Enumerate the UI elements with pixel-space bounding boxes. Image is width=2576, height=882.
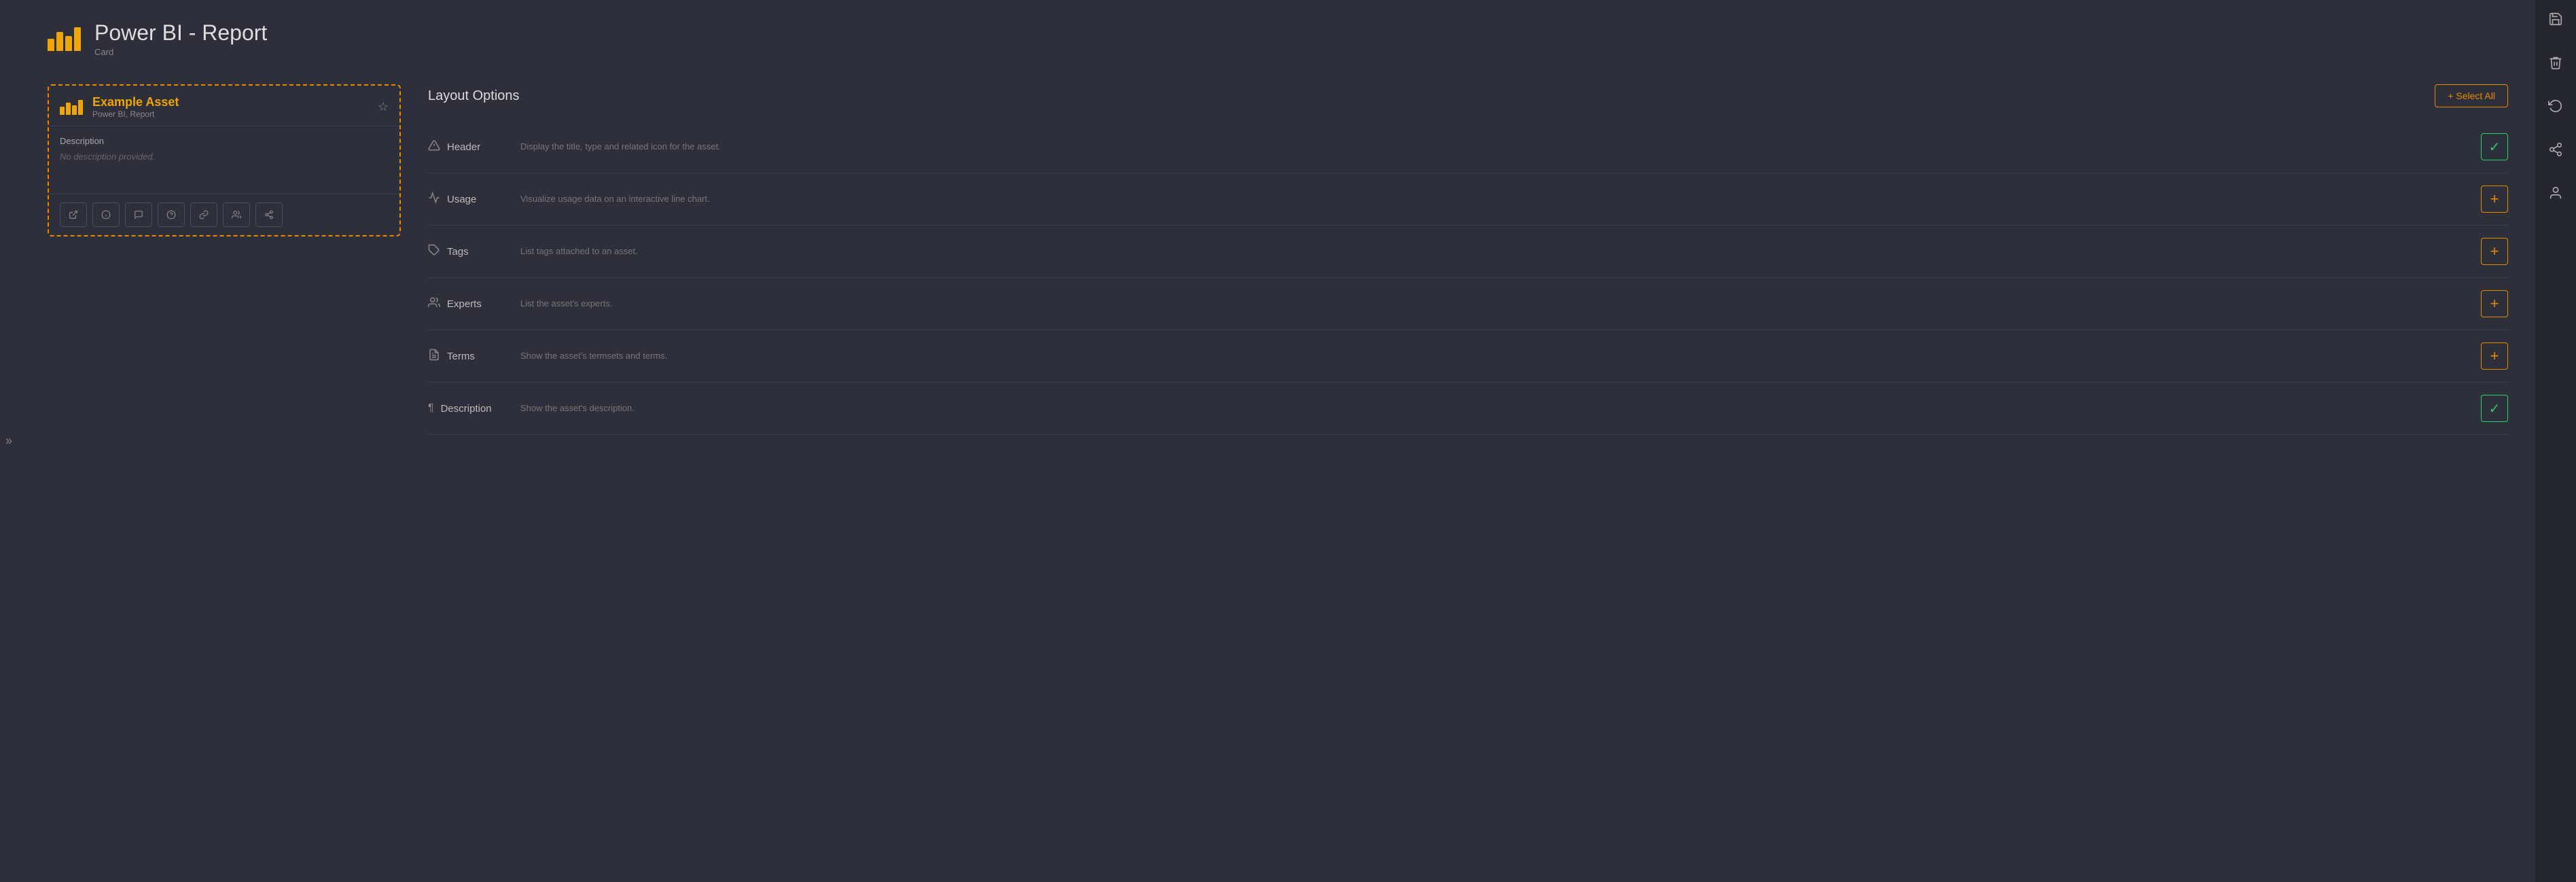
- layout-panel: Layout Options + Select All: [428, 84, 2508, 862]
- users-button[interactable]: [223, 202, 250, 227]
- asset-type: Power BI, Report: [92, 109, 179, 119]
- header-option-toggle[interactable]: ✓: [2481, 133, 2508, 160]
- select-all-label: + Select All: [2448, 90, 2495, 101]
- terms-option-toggle[interactable]: +: [2481, 342, 2508, 370]
- experts-option-icon: [428, 296, 440, 312]
- tags-option-toggle[interactable]: +: [2481, 238, 2508, 265]
- two-col-layout: Example Asset Power BI, Report ☆ Descrip…: [48, 84, 2508, 862]
- terms-toggle-icon: +: [2490, 347, 2499, 365]
- experts-toggle-icon: +: [2490, 295, 2499, 313]
- left-collapse-arrow[interactable]: »: [5, 434, 12, 448]
- asset-name: Example Asset: [92, 95, 179, 109]
- usage-option-name: Usage: [447, 194, 476, 205]
- undo-icon[interactable]: [2543, 94, 2568, 118]
- layout-option-usage: Usage Visualize usage data on an interac…: [428, 173, 2508, 226]
- main-content: Power BI - Report Card: [20, 0, 2535, 882]
- tags-option-icon: [428, 244, 440, 260]
- favorite-star-icon[interactable]: ☆: [378, 100, 389, 114]
- user-icon[interactable]: [2543, 181, 2568, 205]
- usage-option-toggle[interactable]: +: [2481, 186, 2508, 213]
- header-option-name: Header: [447, 141, 480, 153]
- select-all-button[interactable]: + Select All: [2435, 84, 2508, 107]
- network-share-icon[interactable]: [2543, 137, 2568, 162]
- description-option-toggle[interactable]: ✓: [2481, 395, 2508, 422]
- open-button[interactable]: [60, 202, 87, 227]
- asset-description-section: Description No description provided.: [49, 126, 399, 194]
- option-tags-icon-name: Tags: [428, 244, 509, 260]
- powerbi-header-icon: [48, 27, 81, 51]
- terms-option-description: Show the asset's termsets and terms.: [520, 349, 2470, 363]
- layout-header: Layout Options + Select All: [428, 84, 2508, 107]
- layout-option-tags: Tags List tags attached to an asset. +: [428, 226, 2508, 278]
- asset-card: Example Asset Power BI, Report ☆ Descrip…: [48, 84, 401, 236]
- layout-option-header: Header Display the title, type and relat…: [428, 121, 2508, 173]
- experts-option-toggle[interactable]: +: [2481, 290, 2508, 317]
- description-toggle-icon: ✓: [2489, 400, 2501, 417]
- usage-option-icon: [428, 192, 440, 207]
- description-option-description: Show the asset's description.: [520, 402, 2470, 415]
- option-description-icon-name: ¶ Description: [428, 402, 509, 414]
- header-toggle-icon: ✓: [2489, 139, 2501, 156]
- option-terms-icon-name: Terms: [428, 349, 509, 364]
- tags-option-description: List tags attached to an asset.: [520, 245, 2470, 258]
- terms-option-name: Terms: [447, 351, 475, 362]
- card-panel: Example Asset Power BI, Report ☆ Descrip…: [48, 84, 401, 862]
- header-option-description: Display the title, type and related icon…: [520, 140, 2470, 154]
- terms-option-icon: [428, 349, 440, 364]
- option-header-icon-name: Header: [428, 139, 509, 155]
- description-option-name: Description: [441, 403, 492, 414]
- usage-toggle-icon: +: [2490, 190, 2499, 208]
- description-text: No description provided.: [60, 152, 389, 162]
- option-experts-icon-name: Experts: [428, 296, 509, 312]
- link-button[interactable]: [190, 202, 217, 227]
- header-title-group: Power BI - Report Card: [94, 20, 267, 57]
- right-sidebar: [2535, 0, 2576, 882]
- usage-option-description: Visualize usage data on an interactive l…: [520, 192, 2470, 206]
- layout-option-terms: Terms Show the asset's termsets and term…: [428, 330, 2508, 383]
- comment-button[interactable]: [125, 202, 152, 227]
- header-option-icon: [428, 139, 440, 155]
- layout-option-experts: Experts List the asset's experts. +: [428, 278, 2508, 330]
- help-button[interactable]: [158, 202, 185, 227]
- asset-icon: [60, 100, 83, 115]
- asset-card-header-left: Example Asset Power BI, Report: [60, 95, 179, 119]
- delete-icon[interactable]: [2543, 50, 2568, 75]
- tags-option-name: Tags: [447, 246, 469, 258]
- tags-toggle-icon: +: [2490, 243, 2499, 260]
- page-header: Power BI - Report Card: [48, 20, 2508, 57]
- experts-option-description: List the asset's experts.: [520, 297, 2470, 311]
- layout-options-list: Header Display the title, type and relat…: [428, 121, 2508, 435]
- experts-option-name: Experts: [447, 298, 482, 310]
- asset-actions: [49, 194, 399, 235]
- asset-card-header: Example Asset Power BI, Report ☆: [49, 86, 399, 126]
- description-option-icon: ¶: [428, 402, 434, 414]
- info-button[interactable]: [92, 202, 120, 227]
- description-label: Description: [60, 136, 389, 146]
- page-subtitle: Card: [94, 47, 267, 57]
- layout-options-title: Layout Options: [428, 88, 520, 104]
- option-usage-icon-name: Usage: [428, 192, 509, 207]
- layout-option-description: ¶ Description Show the asset's descripti…: [428, 383, 2508, 435]
- save-icon[interactable]: [2543, 7, 2568, 31]
- page-title: Power BI - Report: [94, 20, 267, 46]
- share-button[interactable]: [255, 202, 283, 227]
